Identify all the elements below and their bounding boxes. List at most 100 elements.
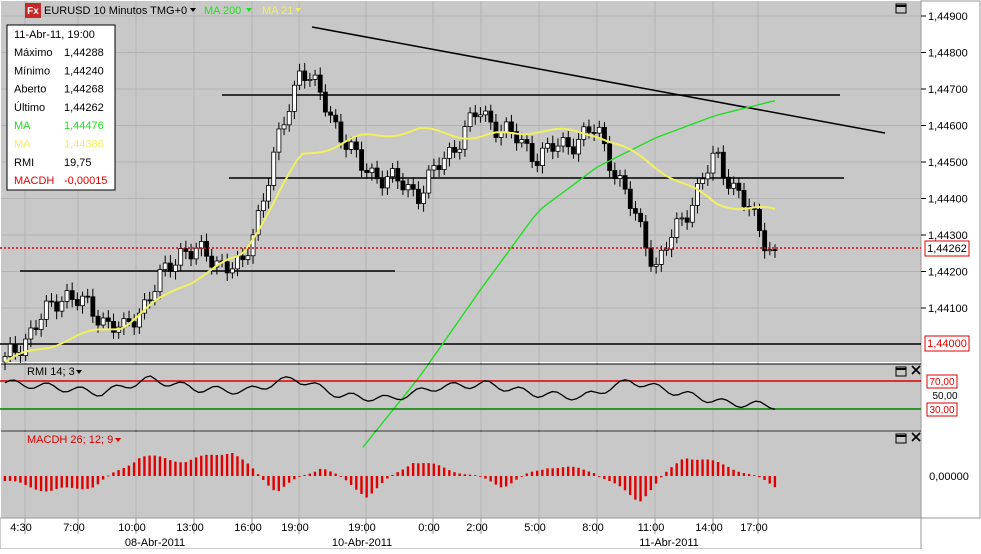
candle-body[interactable] — [178, 248, 184, 266]
candle-body[interactable] — [436, 165, 442, 170]
candle-body[interactable] — [193, 247, 199, 260]
candle-body[interactable] — [447, 147, 452, 159]
candle-body[interactable] — [80, 295, 85, 307]
candle-body[interactable] — [596, 126, 602, 134]
candle-body[interactable] — [664, 248, 669, 251]
candle-body[interactable] — [364, 169, 370, 173]
candle-body[interactable] — [188, 251, 194, 260]
candle-body[interactable] — [333, 114, 339, 123]
candle-body[interactable] — [467, 112, 473, 127]
candle-body[interactable] — [64, 290, 70, 302]
candle-body[interactable] — [224, 261, 230, 274]
candle-body[interactable] — [240, 255, 246, 261]
candle-body[interactable] — [204, 241, 209, 257]
candle-body[interactable] — [560, 137, 566, 147]
candle-body[interactable] — [307, 79, 313, 81]
rmi-label[interactable]: RMI 14; 3 — [27, 366, 75, 378]
candle-body[interactable] — [545, 143, 551, 149]
ma200-legend[interactable]: MA 200 — [204, 5, 241, 17]
candle-body[interactable] — [69, 290, 75, 300]
candle-body[interactable] — [416, 188, 421, 204]
candle-body[interactable] — [441, 157, 447, 170]
candle-body[interactable] — [431, 165, 437, 171]
candle-body[interactable] — [483, 110, 489, 116]
candle-body[interactable] — [317, 74, 323, 93]
candle-body[interactable] — [503, 121, 509, 133]
candle-body[interactable] — [726, 176, 731, 189]
candle-body[interactable] — [209, 255, 215, 268]
candle-body[interactable] — [198, 241, 204, 249]
candle-body[interactable] — [131, 321, 137, 328]
candle-body[interactable] — [555, 145, 561, 152]
candle-body[interactable] — [183, 248, 189, 252]
candle-body[interactable] — [173, 264, 178, 272]
candle-body[interactable] — [74, 299, 80, 307]
candle-body[interactable] — [478, 114, 483, 118]
candle-body[interactable] — [7, 343, 13, 357]
candle-body[interactable] — [100, 317, 106, 326]
candle-body[interactable] — [715, 151, 721, 154]
candle-body[interactable] — [612, 170, 618, 180]
candle-body[interactable] — [540, 147, 545, 166]
candle-body[interactable] — [12, 343, 18, 353]
candle-body[interactable] — [276, 128, 282, 153]
candle-body[interactable] — [519, 139, 525, 144]
candle-body[interactable] — [400, 180, 406, 191]
chart-svg[interactable]: 1,44900 1,44800 1,44700 1,44600 1,44500 1,444… — [0, 0, 981, 550]
candle-body[interactable] — [111, 321, 116, 333]
candle-body[interactable] — [286, 110, 292, 126]
candle-body[interactable] — [85, 295, 91, 298]
candle-body[interactable] — [767, 249, 773, 252]
candle-body[interactable] — [720, 151, 726, 178]
candle-body[interactable] — [105, 317, 111, 322]
candle-body[interactable] — [395, 168, 401, 182]
candle-body[interactable] — [684, 217, 690, 223]
candle-body[interactable] — [323, 91, 328, 113]
candle-body[interactable] — [23, 338, 29, 356]
candle-body[interactable] — [638, 212, 644, 223]
candle-body[interactable] — [162, 262, 168, 270]
candle-body[interactable] — [679, 217, 685, 220]
candle-body[interactable] — [359, 149, 364, 171]
candle-body[interactable] — [576, 139, 582, 155]
candle-body[interactable] — [550, 143, 556, 152]
candle-body[interactable] — [38, 318, 44, 330]
candle-body[interactable] — [689, 204, 695, 223]
candle-body[interactable] — [126, 318, 132, 323]
candle-body[interactable] — [369, 167, 375, 173]
candle-body[interactable] — [266, 185, 271, 202]
candle-body[interactable] — [695, 183, 700, 206]
candle-body[interactable] — [235, 255, 240, 270]
candle-body[interactable] — [410, 184, 416, 190]
candle-body[interactable] — [488, 110, 494, 123]
candle-body[interactable] — [757, 209, 762, 232]
candle-body[interactable] — [591, 132, 597, 134]
symbol-label[interactable]: EURUSD 10 Minutos TMG+0 — [44, 5, 187, 17]
candle-body[interactable] — [147, 299, 153, 302]
candle-body[interactable] — [607, 143, 613, 171]
candle-body[interactable] — [524, 139, 530, 144]
candle-body[interactable] — [493, 121, 499, 138]
candle-body[interactable] — [710, 152, 716, 174]
candle-body[interactable] — [291, 84, 297, 112]
candle-body[interactable] — [731, 182, 737, 189]
ma21-legend[interactable]: MA 21 — [262, 5, 293, 17]
macdh-label[interactable]: MACDH 26; 12; 9 — [27, 434, 113, 446]
candle-body[interactable] — [452, 147, 457, 153]
candle-body[interactable] — [627, 188, 633, 209]
candle-body[interactable] — [565, 137, 571, 148]
candle-body[interactable] — [95, 315, 101, 326]
candle-body[interactable] — [302, 70, 308, 81]
candle-body[interactable] — [421, 192, 426, 204]
candle-body[interactable] — [43, 300, 49, 320]
candle-body[interactable] — [736, 182, 742, 191]
candle-body[interactable] — [509, 121, 514, 132]
candle-body[interactable] — [348, 141, 354, 150]
candle-body[interactable] — [617, 175, 623, 180]
candle-body[interactable] — [622, 175, 628, 190]
candle-body[interactable] — [229, 268, 235, 274]
candle-body[interactable] — [405, 184, 411, 191]
candle-body[interactable] — [374, 167, 380, 180]
candle-body[interactable] — [571, 146, 576, 155]
candle-body[interactable] — [28, 327, 34, 340]
